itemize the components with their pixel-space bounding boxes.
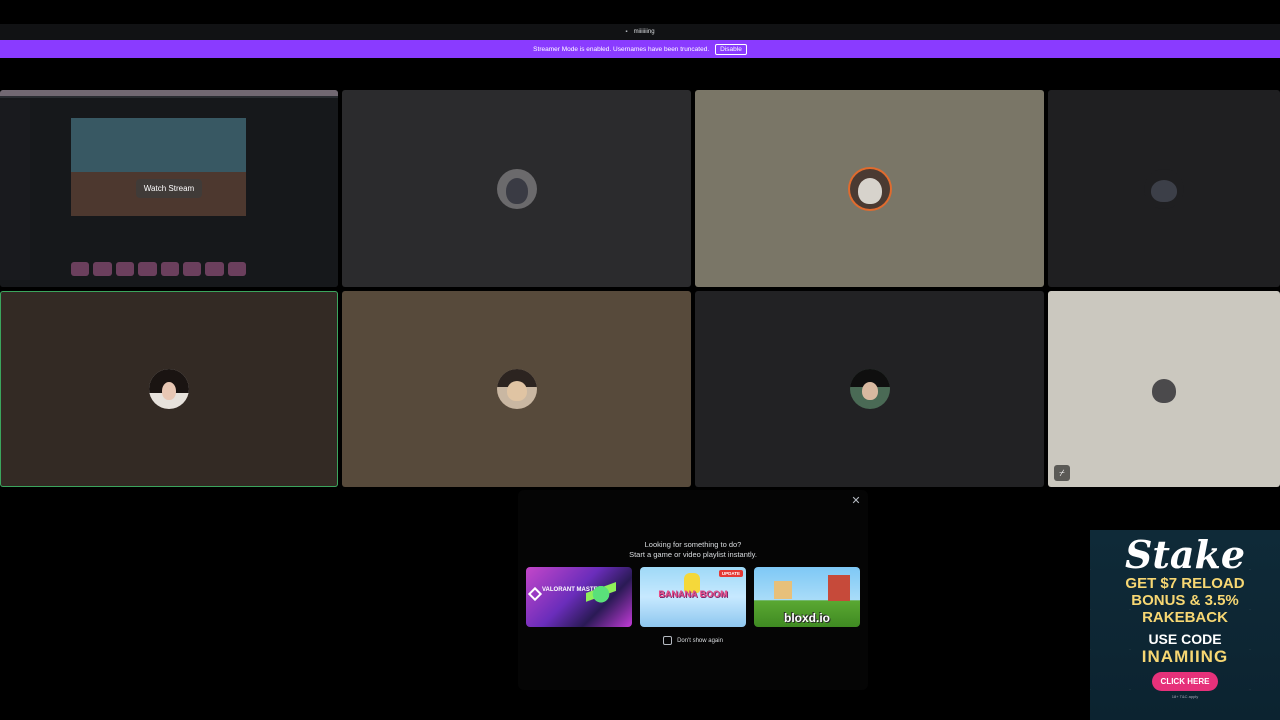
popup-subheading: Start a game or video playlist instantly… [629,550,757,559]
ad-line-3: RAKEBACK [1142,609,1228,626]
voice-channel-icon: ▪ [625,29,628,35]
activity-cards: VALORANT MASTERS BANANA BOOM UPDATE blox… [526,567,860,627]
participant-tile[interactable] [1048,291,1280,487]
channel-header: ▪ miiiiiiing [0,24,1280,40]
voice-call-view: ▪ miiiiiiing Streamer Mode is enabled. U… [0,0,1280,720]
dont-show-checkbox[interactable] [663,636,673,645]
avatar [1144,168,1184,209]
participant-tile-speaking[interactable] [0,291,338,487]
stake-ad-banner[interactable]: Stake GET $7 RELOAD BONUS & 3.5% RAKEBAC… [1090,530,1280,720]
streamer-mode-text: Streamer Mode is enabled. Usernames have… [533,45,710,53]
participant-tile[interactable] [342,291,691,487]
avatar [149,369,189,409]
activity-card-bloxd[interactable]: bloxd.io [754,567,860,627]
dont-show-label: Don't show again [677,637,723,644]
avatar [849,168,890,209]
popup-heading: Looking for something to do? [644,540,742,549]
stream-tile[interactable]: Watch Stream [0,90,338,287]
ad-line-1: GET $7 RELOAD [1125,575,1245,592]
participant-tile[interactable] [695,90,1044,287]
valorant-logo-icon [527,586,543,602]
close-icon[interactable]: ✕ [850,495,862,507]
avatar [1144,369,1184,409]
avatar [849,369,890,409]
ad-fine-print: 18+ T&C apply [1171,694,1199,699]
avatar [496,369,537,409]
streamer-mode-banner: Streamer Mode is enabled. Usernames have… [0,40,1280,58]
activity-card-valorant[interactable]: VALORANT MASTERS [526,567,632,627]
ad-use-code: USE CODE [1148,631,1222,647]
muted-mic-icon: ⌿ [1054,465,1070,481]
activity-suggestion-popup: ✕ Looking for something to do? Start a g… [518,490,868,690]
activity-card-banana-boom[interactable]: BANANA BOOM UPDATE [640,567,746,627]
ad-line-2: BONUS & 3.5% [1131,592,1239,609]
avatar [496,168,537,209]
stake-logo: Stake [1124,532,1246,577]
channel-name: miiiiiiing [633,29,655,35]
ad-code: INAMIING [1141,647,1229,666]
dont-show-again[interactable]: Don't show again [518,636,868,645]
participant-tile[interactable] [1048,90,1280,287]
card-art-text: bloxd.io [784,611,830,625]
disable-streamer-mode-button[interactable]: Disable [715,43,747,55]
participant-tile[interactable] [342,90,691,287]
participant-tile[interactable] [695,291,1044,487]
card-art-text: BANANA BOOM [658,589,728,599]
stream-game-preview [71,118,246,216]
ad-click-here-button[interactable]: CLICK HERE [1151,672,1219,691]
update-badge: UPDATE [718,570,743,577]
watch-stream-button[interactable]: Watch Stream [135,179,203,198]
